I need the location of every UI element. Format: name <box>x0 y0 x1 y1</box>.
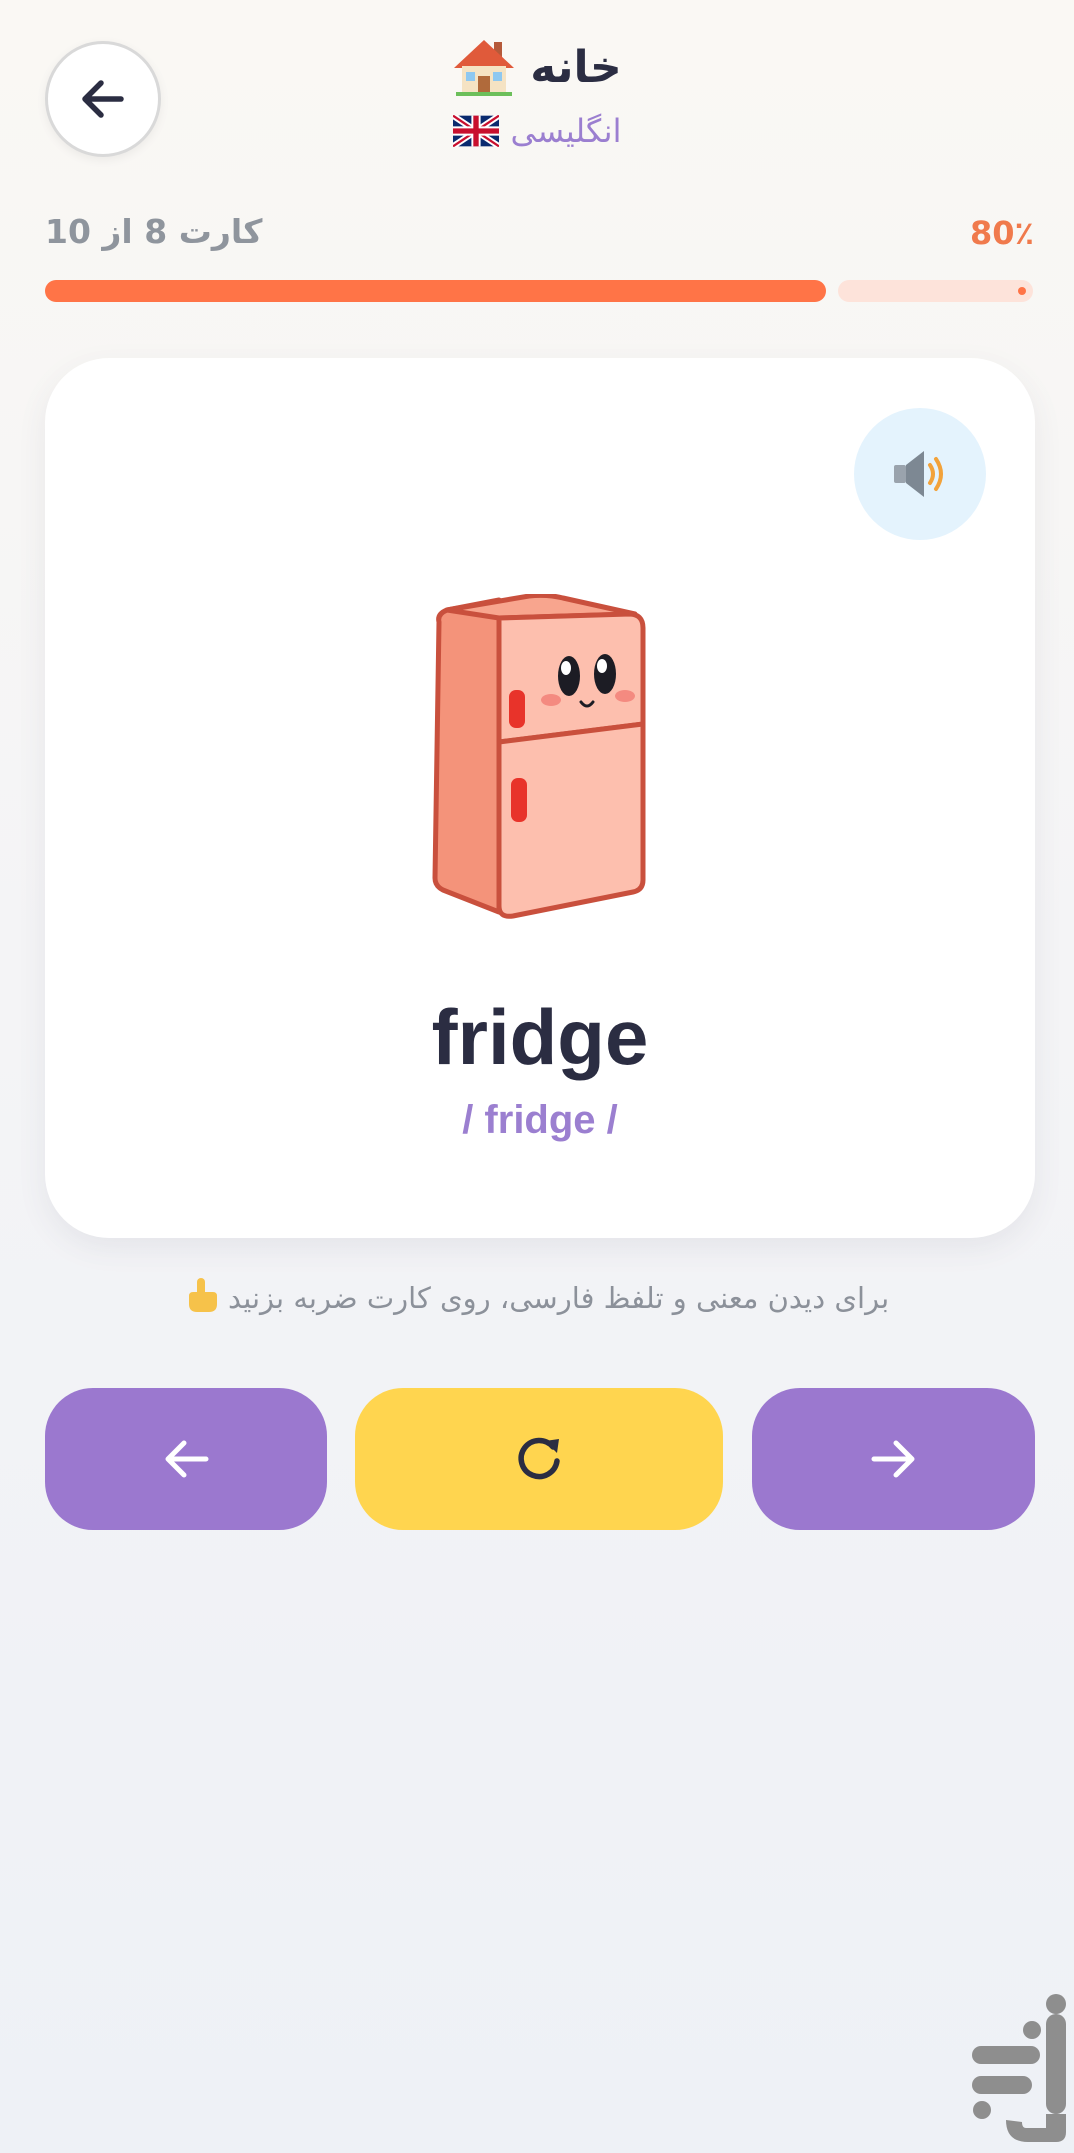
fridge-icon <box>432 594 646 919</box>
progress-fill <box>45 280 826 302</box>
next-card-button[interactable] <box>752 1388 1035 1530</box>
store-logo-icon <box>972 1994 1066 2142</box>
play-sound-button[interactable] <box>854 408 986 540</box>
tap-hint-text: برای دیدن معنی و تلفظ فارسی، روی کارت ضر… <box>228 1281 890 1315</box>
speaker-icon <box>894 451 943 497</box>
arrow-left-icon <box>165 1440 209 1478</box>
page-header: خانه <box>0 36 1074 98</box>
flash-card-phonetic: / fridge / <box>462 1098 618 1142</box>
flash-card[interactable]: fridge / fridge / <box>45 358 1035 1238</box>
card-counter: کارت 8 از 10 <box>45 212 263 251</box>
progress-remaining <box>838 280 1033 302</box>
progress-bar <box>45 280 1033 302</box>
flash-card-word: fridge <box>431 993 649 1081</box>
progress-end-dot <box>1018 287 1026 295</box>
page-title: خانه <box>530 41 622 93</box>
language-label: انگلیسی <box>510 112 622 150</box>
progress-percent: 80٪ <box>969 214 1034 252</box>
pointing-hand-emoji <box>188 1278 217 1312</box>
uk-flag-icon <box>452 115 499 147</box>
tap-hint: برای دیدن معنی و تلفظ فارسی، روی کارت ضر… <box>0 1276 1074 1315</box>
previous-card-button[interactable] <box>45 1388 327 1530</box>
refresh-icon <box>518 1437 560 1480</box>
arrow-right-icon <box>871 1440 914 1478</box>
house-emoji <box>454 40 515 96</box>
flip-card-button[interactable] <box>355 1388 723 1530</box>
language-indicator: انگلیسی <box>0 112 1074 150</box>
